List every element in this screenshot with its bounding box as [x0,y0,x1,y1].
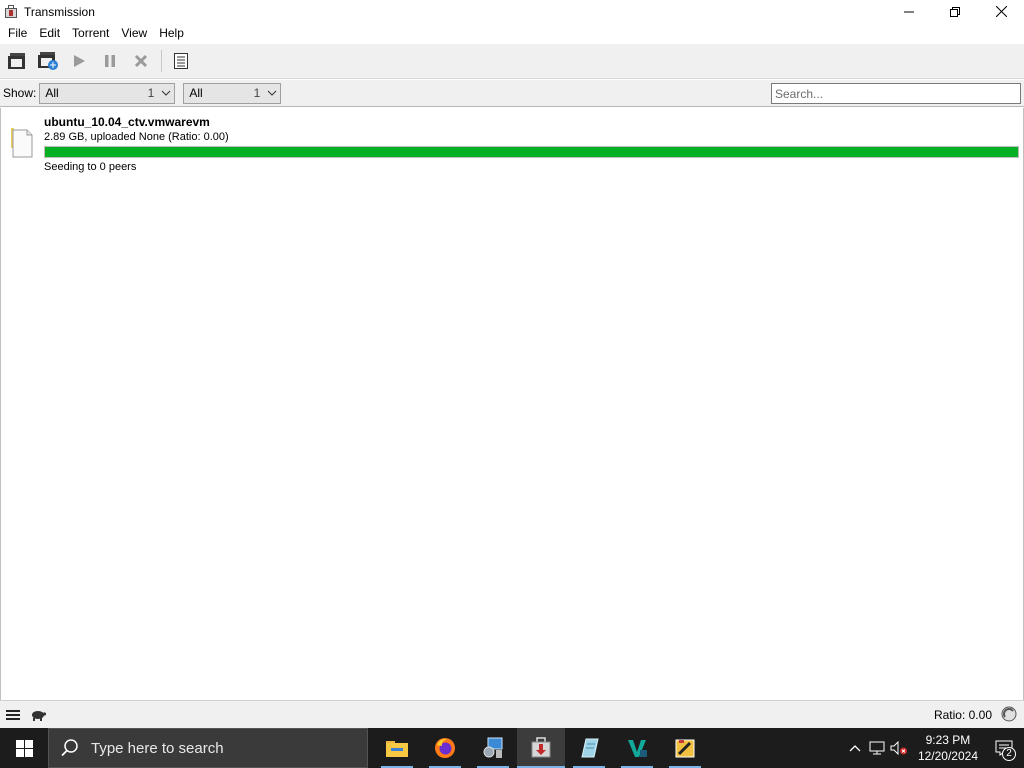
search-icon [61,739,78,757]
turtle-icon[interactable] [30,709,46,721]
filter-bar: Show: All 1 All 1 [0,80,1024,107]
search-input[interactable] [771,83,1021,104]
minimize-button[interactable] [886,0,932,23]
clock-date: 12/20/2024 [917,749,978,763]
close-button[interactable] [978,0,1024,23]
remove-icon [134,54,148,68]
menu-help[interactable]: Help [153,23,190,44]
control-panel-icon [483,737,503,758]
chevron-down-icon [158,84,174,103]
restore-icon [950,6,960,17]
windows-logo-icon [15,739,33,757]
file-explorer-icon [386,741,408,757]
menu-view[interactable]: View [115,23,153,44]
notification-badge: 2 [1002,747,1016,761]
properties-icon [174,53,188,69]
transmission-icon [531,737,551,758]
open-torrent-button[interactable] [4,48,30,74]
window-controls [886,0,1024,23]
torrent-info: 2.89 GB, uploaded None (Ratio: 0.00) [44,131,229,143]
tracker-filter-dropdown[interactable]: All 1 [183,82,282,104]
taskbar-vscode[interactable] [613,728,661,768]
clock-time: 9:23 PM [925,733,971,747]
properties-button[interactable] [168,48,194,74]
minimize-icon [904,11,914,12]
torrent-row[interactable]: ubuntu_10.04_ctv.vmwarevm 2.89 GB, uploa… [1,108,1023,178]
pause-icon [105,55,115,67]
show-label: Show: [3,86,37,100]
folder-icon [11,128,33,158]
taskbar-paint[interactable] [661,728,709,768]
show-hidden-icons-button[interactable] [844,728,866,768]
start-button[interactable] [66,48,92,74]
taskbar-transmission[interactable] [517,728,565,768]
taskbar: Type here to search 9:23 PM 12/20/2024 2 [0,728,1024,768]
paint-icon [675,739,695,758]
code-editor-icon [628,740,647,757]
progress-fill [45,147,1018,157]
open-url-icon [38,52,58,70]
pause-button[interactable] [97,48,123,74]
toolbar-separator [161,50,162,72]
status-filter-count: 1 [147,86,155,100]
network-icon[interactable] [866,728,888,768]
status-filter-value: All [45,86,59,100]
menu-edit[interactable]: Edit [33,23,66,44]
ratio-text[interactable]: Ratio: 0.00 [934,708,992,722]
title-bar: Transmission [0,0,1024,23]
volume-muted-icon[interactable] [888,728,910,768]
torrent-list[interactable]: ubuntu_10.04_ctv.vmwarevm 2.89 GB, uploa… [0,108,1024,700]
tracker-filter-count: 1 [253,86,261,100]
notepad-icon [581,738,599,758]
taskbar-search-placeholder: Type here to search [91,739,224,757]
torrent-progress-bar [44,146,1019,158]
chevron-up-icon [849,745,861,752]
torrent-status: Seeding to 0 peers [44,161,137,173]
taskbar-control-panel[interactable] [469,728,517,768]
status-filter-dropdown[interactable]: All 1 [39,82,176,104]
chevron-down-icon [264,84,280,103]
play-icon [74,55,85,67]
torrent-name: ubuntu_10.04_ctv.vmwarevm [44,115,210,129]
restore-button[interactable] [932,0,978,23]
status-bar: Ratio: 0.00 [0,700,1024,728]
window-title: Transmission [24,4,95,19]
firefox-icon [435,738,455,758]
open-url-button[interactable] [35,48,61,74]
close-icon [995,6,1007,17]
tracker-filter-value: All [189,86,203,100]
action-center-button[interactable]: 2 [984,728,1024,768]
remove-button[interactable] [128,48,154,74]
menu-bar: File Edit Torrent View Help [0,23,1024,44]
transmission-app-icon [4,4,18,19]
menu-file[interactable]: File [2,23,33,44]
system-tray: 9:23 PM 12/20/2024 2 [844,728,1024,768]
taskbar-notepad[interactable] [565,728,613,768]
ratio-icon[interactable] [1001,706,1017,725]
taskbar-apps [373,728,709,768]
open-torrent-icon [8,53,25,69]
options-menu-icon[interactable] [6,709,20,721]
clock[interactable]: 9:23 PM 12/20/2024 [918,732,978,764]
menu-torrent[interactable]: Torrent [66,23,115,44]
toolbar [0,44,1024,79]
taskbar-file-explorer[interactable] [373,728,421,768]
taskbar-firefox[interactable] [421,728,469,768]
taskbar-search-box[interactable]: Type here to search [48,728,368,768]
start-button[interactable] [0,728,48,768]
